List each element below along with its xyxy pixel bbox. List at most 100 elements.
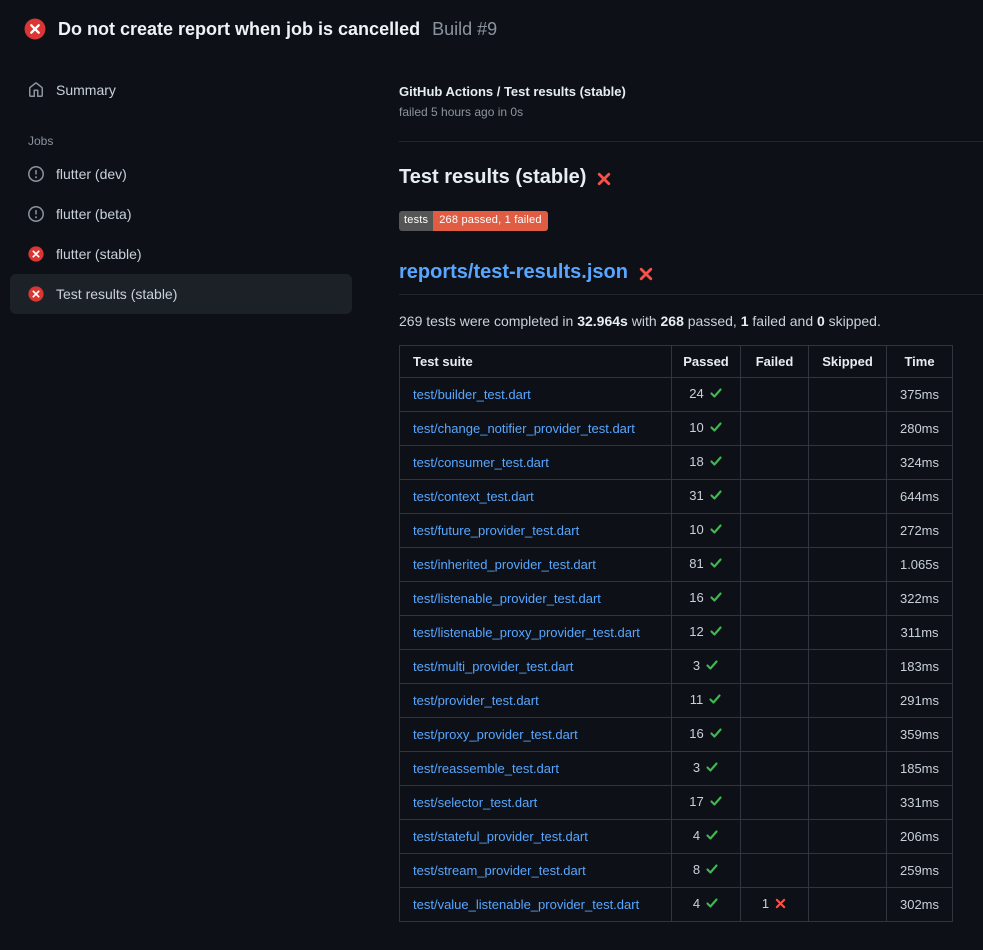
check-icon [709, 590, 723, 607]
time-cell: 1.065s [887, 548, 953, 582]
test-suite-link[interactable]: test/multi_provider_test.dart [413, 659, 573, 674]
build-number: Build #9 [432, 19, 497, 40]
check-icon [709, 454, 723, 471]
check-title-row: Test results (stable) [399, 166, 983, 189]
failed-cell [741, 718, 809, 752]
skipped-cell [809, 378, 887, 412]
page-header: Do not create report when job is cancell… [0, 0, 983, 58]
job-label: flutter (dev) [56, 166, 127, 182]
skipped-cell [809, 820, 887, 854]
skipped-cell [809, 854, 887, 888]
passed-cell: 16 [672, 582, 741, 616]
check-icon [709, 624, 723, 641]
jobs-section-heading: Jobs [28, 134, 385, 148]
check-icon [709, 420, 723, 437]
failed-cell [741, 820, 809, 854]
run-status-text: failed 5 hours ago in 0s [399, 105, 983, 119]
skipped-cell [809, 548, 887, 582]
results-tbody: test/builder_test.dart24375mstest/change… [400, 378, 953, 922]
failed-x-icon [596, 171, 612, 187]
summary-duration: 32.964s [577, 313, 628, 329]
skipped-cell [809, 650, 887, 684]
skipped-cell [809, 616, 887, 650]
passed-cell: 3 [672, 650, 741, 684]
failed-cell [741, 480, 809, 514]
suite-cell: test/stateful_provider_test.dart [400, 820, 672, 854]
check-icon [709, 522, 723, 539]
sidebar-item-summary[interactable]: Summary [10, 70, 352, 110]
time-cell: 183ms [887, 650, 953, 684]
failed-cell [741, 412, 809, 446]
passed-cell: 11 [672, 684, 741, 718]
suite-cell: test/consumer_test.dart [400, 446, 672, 480]
test-suite-link[interactable]: test/change_notifier_provider_test.dart [413, 421, 635, 436]
table-row: test/stateful_provider_test.dart4206ms [400, 820, 953, 854]
table-row: test/provider_test.dart11291ms [400, 684, 953, 718]
test-suite-link[interactable]: test/proxy_provider_test.dart [413, 727, 578, 742]
test-results-table: Test suite Passed Failed Skipped Time te… [399, 345, 953, 922]
summary-text: with [628, 313, 661, 329]
test-suite-link[interactable]: test/reassemble_test.dart [413, 761, 559, 776]
passed-cell: 16 [672, 718, 741, 752]
test-suite-link[interactable]: test/listenable_proxy_provider_test.dart [413, 625, 640, 640]
test-suite-link[interactable]: test/stream_provider_test.dart [413, 863, 586, 878]
time-cell: 259ms [887, 854, 953, 888]
skipped-cell [809, 480, 887, 514]
passed-cell: 17 [672, 786, 741, 820]
table-row: test/inherited_provider_test.dart811.065… [400, 548, 953, 582]
failed-cell [741, 752, 809, 786]
table-row: test/value_listenable_provider_test.dart… [400, 888, 953, 922]
table-header-row: Test suite Passed Failed Skipped Time [400, 346, 953, 378]
suite-cell: test/context_test.dart [400, 480, 672, 514]
summary-text: 269 tests were completed in [399, 313, 577, 329]
check-icon [709, 726, 723, 743]
col-header-time: Time [887, 346, 953, 378]
test-suite-link[interactable]: test/selector_test.dart [413, 795, 537, 810]
run-title: Do not create report when job is cancell… [58, 19, 420, 40]
col-header-passed: Passed [672, 346, 741, 378]
table-row: test/future_provider_test.dart10272ms [400, 514, 953, 548]
table-row: test/stream_provider_test.dart8259ms [400, 854, 953, 888]
badge-value: 268 passed, 1 failed [433, 211, 547, 231]
failed-cell [741, 582, 809, 616]
skipped-cell [809, 684, 887, 718]
failed-cell: 1 [741, 888, 809, 922]
suite-cell: test/value_listenable_provider_test.dart [400, 888, 672, 922]
summary-passed-count: 268 [661, 313, 684, 329]
skipped-cell [809, 718, 887, 752]
test-suite-link[interactable]: test/context_test.dart [413, 489, 534, 504]
check-title: Test results (stable) [399, 166, 586, 189]
sidebar-job-flutter-dev[interactable]: flutter (dev) [10, 154, 352, 194]
check-icon [705, 862, 719, 879]
status-failed-icon [28, 286, 44, 302]
failed-cell [741, 446, 809, 480]
suite-cell: test/listenable_proxy_provider_test.dart [400, 616, 672, 650]
sidebar-job-flutter-beta[interactable]: flutter (beta) [10, 194, 352, 234]
test-suite-link[interactable]: test/provider_test.dart [413, 693, 539, 708]
sidebar-job-test-results-stable[interactable]: Test results (stable) [10, 274, 352, 314]
test-suite-link[interactable]: test/consumer_test.dart [413, 455, 549, 470]
check-icon [708, 692, 722, 709]
test-suite-link[interactable]: test/stateful_provider_test.dart [413, 829, 588, 844]
sidebar-job-flutter-stable[interactable]: flutter (stable) [10, 234, 352, 274]
passed-cell: 10 [672, 514, 741, 548]
test-suite-link[interactable]: test/inherited_provider_test.dart [413, 557, 596, 572]
jobs-list: flutter (dev) flutter (beta) flutter (stab… [0, 154, 385, 314]
test-suite-link[interactable]: test/value_listenable_provider_test.dart [413, 897, 639, 912]
test-suite-link[interactable]: test/future_provider_test.dart [413, 523, 579, 538]
breadcrumb: GitHub Actions / Test results (stable) [399, 84, 983, 99]
summary-text: skipped. [825, 313, 881, 329]
time-cell: 644ms [887, 480, 953, 514]
failed-cell [741, 378, 809, 412]
col-header-test-suite: Test suite [400, 346, 672, 378]
passed-cell: 4 [672, 888, 741, 922]
skipped-cell [809, 446, 887, 480]
test-suite-link[interactable]: test/listenable_provider_test.dart [413, 591, 601, 606]
badge-label: tests [399, 211, 433, 231]
job-label: flutter (stable) [56, 246, 142, 262]
time-cell: 185ms [887, 752, 953, 786]
time-cell: 322ms [887, 582, 953, 616]
sidebar: Summary Jobs flutter (dev) flutter (beta)… [0, 70, 385, 314]
test-suite-link[interactable]: test/builder_test.dart [413, 387, 531, 402]
report-file-link[interactable]: reports/test-results.json [399, 261, 628, 284]
